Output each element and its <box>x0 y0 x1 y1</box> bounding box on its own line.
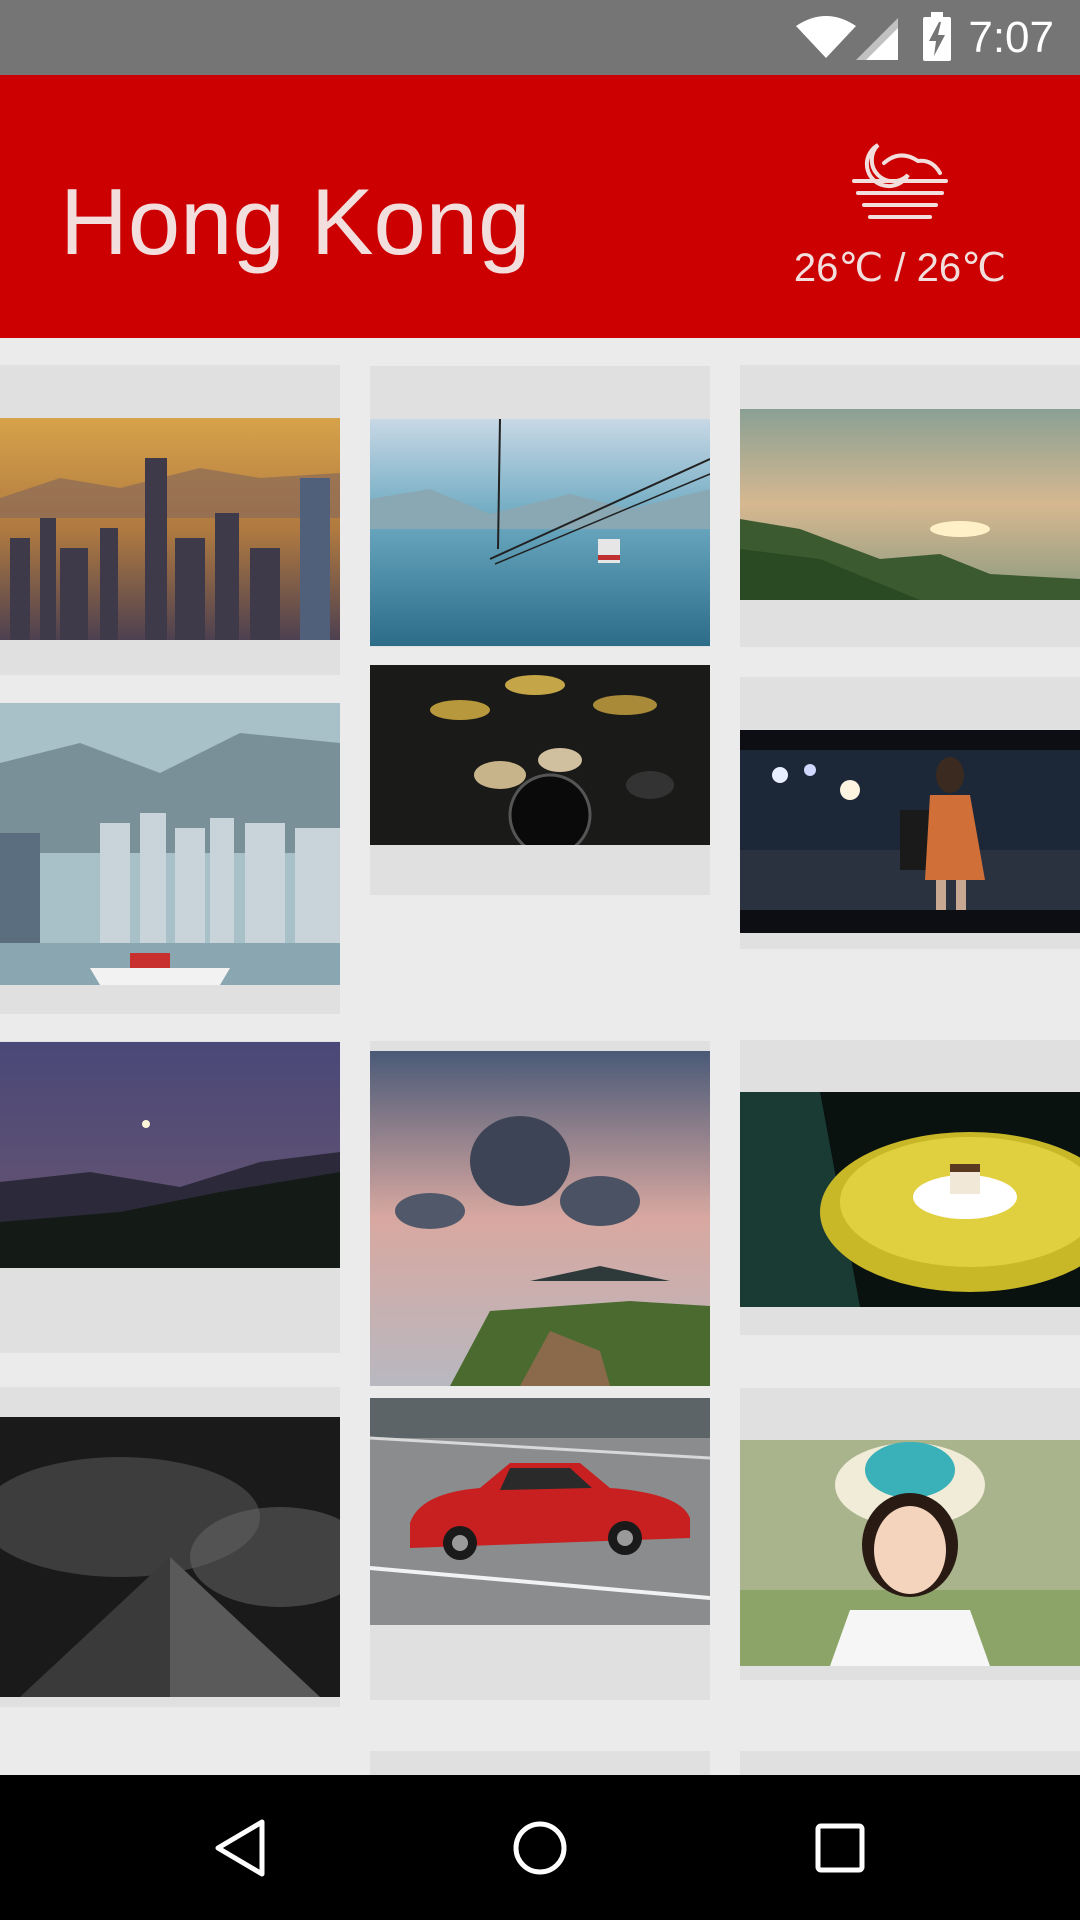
photo-card[interactable] <box>370 366 710 647</box>
temperature-label: 26℃ / 26℃ <box>793 246 1007 290</box>
photo-drum-kit[interactable] <box>370 665 710 845</box>
photo-pyramid-building[interactable] <box>0 1417 340 1697</box>
recents-icon <box>815 1823 865 1872</box>
photo-hong-kong-skyline[interactable] <box>0 418 340 640</box>
photo-moon-over-hills[interactable] <box>0 1042 340 1268</box>
photo-dessert-table[interactable] <box>740 1092 1080 1307</box>
photo-card[interactable] <box>740 677 1080 949</box>
photo-card[interactable] <box>0 1387 340 1707</box>
cell-signal-icon <box>856 18 898 60</box>
recents-button[interactable] <box>760 1775 920 1920</box>
city-title: Hong Kong <box>60 169 531 274</box>
photo-card[interactable] <box>740 365 1080 647</box>
status-time: 7:07 <box>968 13 1054 62</box>
home-button[interactable] <box>460 1775 620 1920</box>
back-button[interactable] <box>160 1775 320 1920</box>
photo-cable-car[interactable] <box>370 419 710 646</box>
moon-haze-icon <box>852 143 948 219</box>
photo-card[interactable] <box>0 1041 340 1353</box>
photo-card[interactable] <box>740 1388 1080 1680</box>
photo-card[interactable] <box>0 703 340 1014</box>
photo-card[interactable] <box>370 665 710 895</box>
photo-hazy-harbor[interactable] <box>0 703 340 985</box>
navigation-bar <box>0 1775 1080 1920</box>
photo-woman-night-street[interactable] <box>740 730 1080 933</box>
photo-card[interactable] <box>370 1041 710 1386</box>
photo-mountain-sunset[interactable] <box>740 409 1080 600</box>
wifi-icon <box>796 16 856 58</box>
photo-red-vintage-car[interactable] <box>370 1398 710 1625</box>
battery-charging-icon <box>923 12 951 61</box>
photo-card[interactable] <box>740 1751 1080 1775</box>
photo-grid[interactable] <box>0 338 1080 1775</box>
home-icon <box>513 1821 567 1874</box>
photo-girl-sun-hat[interactable] <box>740 1440 1080 1666</box>
photo-card[interactable] <box>370 1751 710 1775</box>
status-bar: 7:07 <box>0 0 1080 75</box>
city-header: Hong Kong 26℃ / 26℃ <box>0 75 1080 338</box>
photo-card[interactable] <box>0 365 340 675</box>
photo-card[interactable] <box>370 1398 710 1700</box>
back-icon <box>215 1819 265 1876</box>
photo-card[interactable] <box>740 1040 1080 1335</box>
photo-clouds-lighthouse[interactable] <box>370 1051 710 1386</box>
